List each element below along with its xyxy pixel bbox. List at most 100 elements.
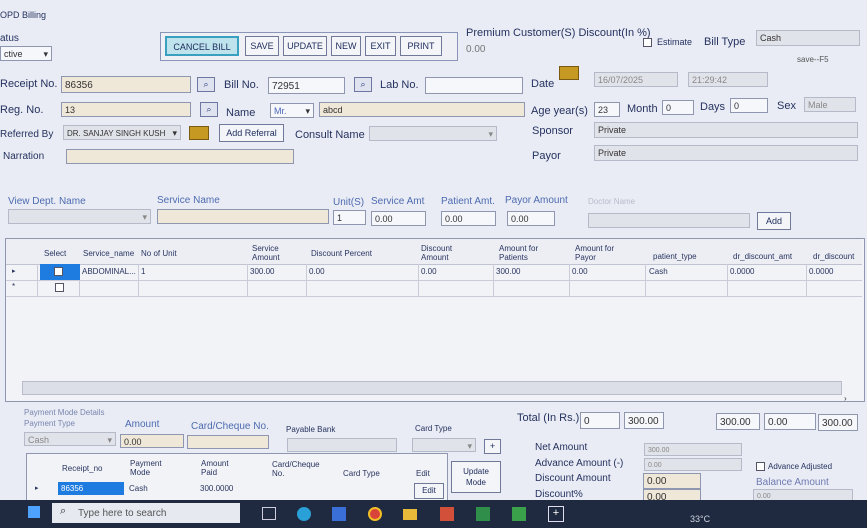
task-view-icon[interactable] [262, 507, 276, 520]
pay-cell-mode: Cash [129, 484, 148, 493]
card-type-select[interactable]: ▾ [412, 438, 476, 452]
discount-amount-label: Discount Amount [535, 473, 611, 484]
cell-discount-amount: 0.00 [421, 267, 437, 276]
pay-cell-receipt[interactable]: 86356 [58, 482, 124, 495]
payor-amount-label: Payor Amount [505, 195, 568, 206]
chrome-icon[interactable] [368, 507, 382, 521]
edge-icon[interactable] [297, 507, 311, 521]
premium-discount-value: 0.00 [466, 44, 486, 55]
row-checkbox[interactable] [55, 283, 64, 292]
new-button[interactable]: NEW [331, 36, 361, 56]
service-name-field[interactable] [157, 209, 329, 224]
table-row-new[interactable]: * [6, 280, 862, 297]
pay-col-edit: Edit [416, 469, 430, 478]
bill-no-label: Bill No. [224, 79, 259, 91]
receipt-no-field[interactable]: 86356 [61, 76, 191, 93]
horizontal-scrollbar[interactable] [22, 381, 842, 395]
bill-type-select[interactable]: Cash [756, 30, 860, 46]
payable-bank-field[interactable] [287, 438, 397, 452]
app-icon[interactable] [476, 507, 490, 521]
folder-icon[interactable] [403, 509, 417, 520]
total-value-4: 0.00 [764, 413, 816, 430]
taskbar-search-placeholder: Type here to search [78, 508, 167, 519]
windows-start-icon[interactable] [28, 506, 40, 518]
doctor-name-label: Doctor Name [588, 197, 636, 206]
narration-label: Narration [3, 151, 45, 162]
add-referral-button[interactable]: Add Referral [219, 124, 284, 142]
payment-amount-field[interactable]: 0.00 [120, 434, 184, 448]
patient-amt-label: Patient Amt. [441, 196, 495, 207]
chevron-down-icon: ▾ [488, 129, 493, 139]
doctor-name-field[interactable] [588, 213, 750, 228]
reg-no-field[interactable]: 13 [61, 102, 191, 117]
pay-edit-button[interactable]: Edit [414, 483, 444, 499]
col-header-dr-discount: dr_discount [813, 252, 855, 261]
col-header-dr-discount-amt: dr_discount_amt [733, 252, 793, 261]
card-no-field[interactable] [187, 435, 269, 449]
lab-no-field[interactable] [425, 77, 523, 94]
payment-row[interactable]: ▸ 86356 Cash 300.0000 Edit [27, 482, 445, 499]
binoculars-icon[interactable]: ⌕ [354, 77, 372, 92]
service-amt-field[interactable]: 0.00 [371, 211, 426, 226]
row-checkbox[interactable] [54, 267, 63, 276]
payor-amount-field[interactable]: 0.00 [507, 211, 555, 226]
col-header-discount-amount: Discount Amount [421, 244, 453, 262]
days-field[interactable]: 0 [730, 98, 768, 113]
payor-field[interactable]: Private [594, 145, 858, 161]
discount-amount-field[interactable]: 0.00 [643, 473, 701, 489]
app-icon[interactable] [332, 507, 346, 521]
name-label: Name [226, 107, 256, 119]
patient-amt-field[interactable]: 0.00 [441, 211, 496, 226]
date-field[interactable]: 16/07/2025 [594, 72, 678, 87]
app-icon[interactable] [440, 507, 454, 521]
net-amount-field: 300.00 [644, 443, 742, 456]
calendar-icon[interactable] [189, 126, 209, 140]
pay-col-receipt-no: Receipt_no [62, 464, 103, 473]
referred-by-select[interactable]: DR. SANJAY SINGH KUSH ▾ [63, 125, 181, 140]
narration-field[interactable] [66, 149, 294, 164]
sex-field[interactable]: Male [804, 97, 856, 112]
title-select[interactable]: Mr. ▾ [270, 103, 314, 118]
bill-no-field[interactable]: 72951 [268, 77, 345, 94]
service-name-label: Service Name [157, 195, 220, 206]
chevron-down-icon: ▾ [43, 49, 48, 59]
advance-adjusted-label: Advance Adjusted [768, 462, 833, 471]
patient-name-field[interactable]: abcd [319, 102, 525, 117]
binoculars-icon[interactable]: ⌕ [200, 102, 218, 117]
dept-name-label: View Dept. Name [8, 196, 86, 207]
row-select-cell[interactable] [40, 264, 80, 280]
time-field[interactable]: 21:29:42 [688, 72, 768, 87]
consult-name-select[interactable]: ▾ [369, 126, 497, 141]
cell-service-name: ABDOMINAL... [82, 267, 136, 276]
payable-bank-label: Payable Bank [286, 425, 336, 434]
age-field[interactable]: 23 [594, 102, 620, 117]
dept-name-select[interactable]: ▾ [8, 209, 151, 224]
update-button[interactable]: UPDATE [283, 36, 327, 56]
col-header-patient-type: patient_type [653, 252, 697, 261]
status-select[interactable]: ctive ▾ [0, 46, 52, 61]
chevron-down-icon: ▾ [142, 212, 147, 222]
calendar-icon[interactable] [559, 66, 579, 80]
payment-type-select[interactable]: Cash ▾ [24, 432, 116, 446]
sponsor-field[interactable]: Private [594, 122, 858, 138]
month-field[interactable]: 0 [662, 100, 694, 115]
cell-amount-patients: 300.00 [496, 267, 521, 276]
print-button[interactable]: PRINT [400, 36, 442, 56]
app-icon[interactable] [512, 507, 526, 521]
exit-button[interactable]: EXIT [365, 36, 396, 56]
table-row[interactable]: ▸ ABDOMINAL... 1 300.00 0.00 0.00 300.00… [6, 264, 862, 281]
add-service-button[interactable]: Add [757, 212, 791, 230]
units-field[interactable]: 1 [333, 210, 366, 225]
cancel-bill-button[interactable]: CANCEL BILL [165, 36, 239, 56]
cell-units: 1 [141, 267, 146, 276]
binoculars-icon[interactable]: ⌕ [197, 77, 215, 92]
update-mode-button[interactable]: Update Mode [451, 461, 501, 493]
add-payment-button[interactable]: + [484, 439, 501, 454]
estimate-checkbox[interactable] [643, 38, 652, 47]
advance-adjusted-checkbox[interactable] [756, 462, 765, 471]
plus-app-icon[interactable]: + [548, 506, 564, 522]
save-button[interactable]: SAVE [245, 36, 279, 56]
pay-col-card-no: Card/Cheque No. [272, 460, 320, 478]
card-no-label: Card/Cheque No. [191, 421, 269, 432]
chevron-right-icon[interactable]: › [844, 394, 847, 403]
